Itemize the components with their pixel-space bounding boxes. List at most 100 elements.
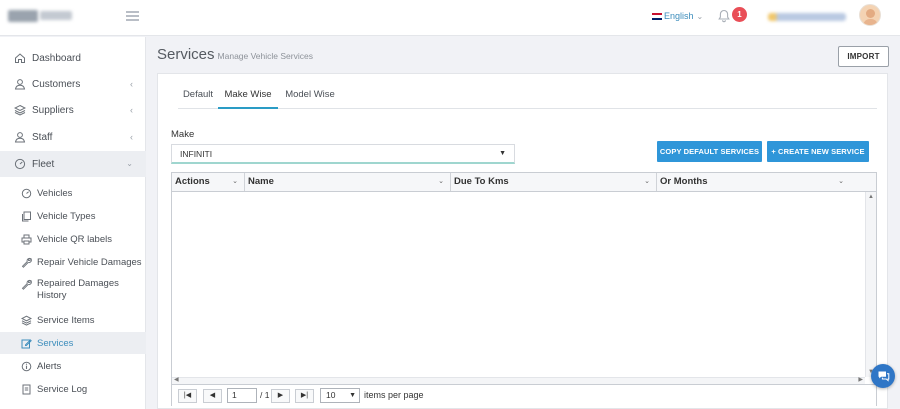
column-header-label: Name [248,176,274,187]
sidebar-item-staff[interactable]: Staff ‹ [0,124,146,150]
layers-icon [14,104,26,116]
chat-bubble-icon[interactable] [871,364,895,388]
sidebar-item-customers[interactable]: Customers ‹ [0,71,146,97]
copy-icon [21,211,32,222]
copy-default-services-button[interactable]: COPY DEFAULT SERVICES [657,141,762,162]
sidebar-subitem-vehicle-types[interactable]: Vehicle Types [0,205,146,227]
sidebar-subitem-label: Services [37,337,74,349]
prev-page-icon[interactable]: ◀ [203,389,222,403]
chevron-left-icon: ‹ [130,105,133,115]
chevron-down-icon[interactable]: ⌄ [232,173,238,191]
bell-icon[interactable] [718,9,730,23]
column-header-label: Due To Kms [454,176,509,187]
tab-default[interactable]: Default [178,83,218,109]
sidebar-item-label: Dashboard [32,52,81,64]
user-icon [14,78,26,90]
column-header-label: Or Months [660,176,708,187]
sidebar-subitem-label: Repair Vehicle Damages [37,256,142,268]
edit-icon [21,338,32,349]
sidebar-item-label: Customers [32,78,81,90]
sidebar-item-label: Suppliers [32,104,74,116]
chevron-down-icon: ⌄ [126,159,133,168]
gauge-icon [14,158,26,170]
horizontal-scrollbar[interactable]: ◀ ▶ [172,377,865,384]
scroll-left-icon[interactable]: ◀ [174,376,179,383]
make-dropdown[interactable]: INFINITI ▼ [171,144,515,164]
sidebar-subitem-repair-vehicle-damages[interactable]: Repair Vehicle Damages [0,251,146,273]
avatar[interactable] [859,4,881,26]
caret-down-icon: ▼ [499,150,506,157]
uk-flag-icon [652,13,662,20]
first-page-icon[interactable]: |◀ [178,389,197,403]
menu-toggle-icon[interactable] [126,10,139,22]
company-logo[interactable] [8,7,74,27]
info-icon [21,361,32,372]
chevron-down-icon: ⌄ [696,12,704,21]
page-count: / 1 [260,390,270,400]
sidebar-item-label: Staff [32,131,53,143]
sidebar-subitem-label: Vehicles [37,187,73,199]
grid-header: Actions ⌄ Name ⌄ Due To Kms ⌄ Or Months ⌄ [172,173,876,192]
language-label: English [664,11,694,21]
user-icon [14,131,26,143]
vertical-scrollbar[interactable]: ▲ ▼ [865,192,876,377]
page-title: Services Manage Vehicle Services [157,46,313,63]
sidebar-subitem-services[interactable]: Services [0,332,146,354]
sidebar-subitem-repaired-damages-history[interactable]: Repaired Damages History [0,275,146,305]
sidebar-subitem-label: Alerts [37,360,62,372]
language-selector[interactable]: English ⌄ [652,11,703,21]
wrench-icon [21,257,32,268]
make-label: Make [171,129,195,140]
caret-down-icon: ▼ [349,392,356,399]
page-size-select[interactable]: 10 ▼ [320,388,360,403]
page-size-value: 10 [326,390,336,400]
scroll-up-icon[interactable]: ▲ [868,194,874,200]
sidebar-subitem-label: Vehicle QR labels [37,233,112,245]
wrench-icon [21,279,32,290]
scroll-right-icon[interactable]: ▶ [858,376,863,383]
user-name[interactable] [768,13,846,21]
sidebar-subitem-label: Repaired Damages History [37,278,119,301]
grid-pager: |◀ ◀ 1 / 1 ▶ ▶| 10 ▼ items per page [172,384,876,406]
sidebar-subitem-alerts[interactable]: Alerts [0,355,146,377]
chevron-down-icon[interactable]: ⌄ [438,173,444,191]
sidebar-subitem-service-items[interactable]: Service Items [0,309,146,331]
column-header-or-months[interactable]: Or Months ⌄ [657,173,850,191]
page-title-text: Services [157,46,215,63]
next-page-icon[interactable]: ▶ [271,389,290,403]
chevron-left-icon: ‹ [130,79,133,89]
services-grid: Actions ⌄ Name ⌄ Due To Kms ⌄ Or Months ⌄ ▲ … [171,172,877,406]
print-icon [21,234,32,245]
chevron-down-icon[interactable]: ⌄ [838,173,844,191]
gauge-icon [21,188,32,199]
tab-make-wise[interactable]: Make Wise [218,83,278,109]
last-page-icon[interactable]: ▶| [295,389,314,403]
column-header-label: Actions [175,176,210,187]
sidebar-subitem-vehicle-qr-labels[interactable]: Vehicle QR labels [0,228,146,250]
create-new-service-button[interactable]: + CREATE NEW SERVICE [767,141,869,162]
column-header-actions[interactable]: Actions ⌄ [172,173,245,191]
top-header: English ⌄ 1 [0,0,900,36]
tab-model-wise[interactable]: Model Wise [278,83,342,109]
sidebar-item-dashboard[interactable]: Dashboard [0,45,146,71]
sidebar-item-label: Fleet [32,158,55,170]
items-per-page-label: items per page [364,390,424,400]
sidebar-item-fleet[interactable]: Fleet ⌄ [0,151,146,177]
import-button[interactable]: IMPORT [838,46,889,67]
chevron-down-icon[interactable]: ⌄ [644,173,650,191]
notification-badge[interactable]: 1 [732,7,747,22]
sidebar-subitem-label: Vehicle Types [37,210,96,222]
home-icon [14,52,26,64]
column-header-due-to-kms[interactable]: Due To Kms ⌄ [451,173,657,191]
column-header-name[interactable]: Name ⌄ [245,173,451,191]
sidebar-subitem-vehicles[interactable]: Vehicles [0,182,146,204]
make-dropdown-value: INFINITI [180,149,213,159]
sidebar-subitem-label: Service Log [37,383,88,395]
layers-icon [21,315,32,326]
page-subtitle: Manage Vehicle Services [217,51,313,61]
copy-icon [21,384,32,395]
tab-bar: Default Make Wise Model Wise [178,83,877,109]
sidebar-item-suppliers[interactable]: Suppliers ‹ [0,97,146,123]
page-number-input[interactable]: 1 [227,388,257,403]
sidebar-subitem-service-log[interactable]: Service Log [0,378,146,400]
